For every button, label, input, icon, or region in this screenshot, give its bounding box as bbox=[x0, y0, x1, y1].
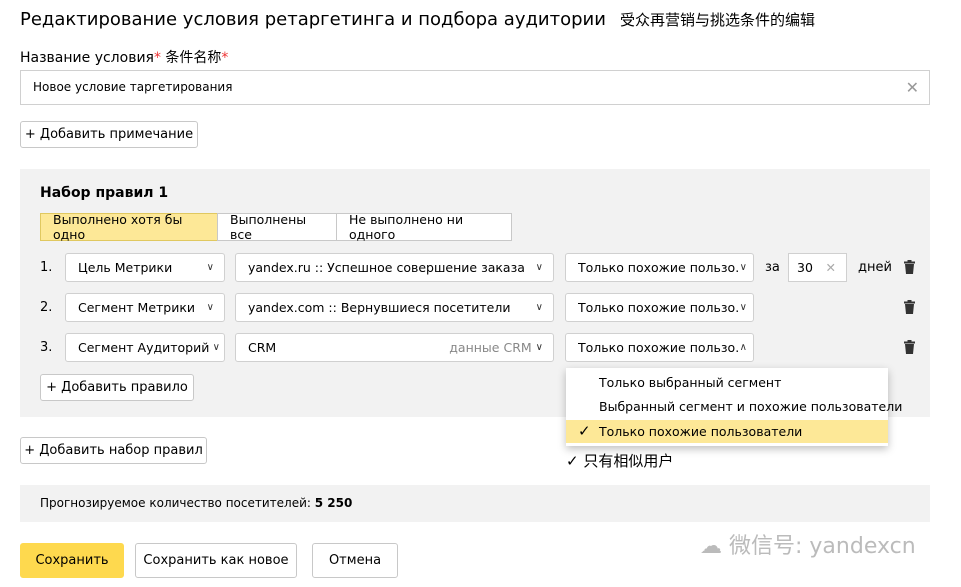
for-label: за bbox=[765, 260, 780, 275]
rule-target-value: yandex.ru :: Успешное совершение заказа bbox=[248, 260, 525, 275]
forecast-panel: Прогнозируемое количество посетителей: 5… bbox=[20, 485, 930, 522]
required-mark: * bbox=[153, 50, 161, 66]
rule-target-select[interactable]: yandex.ru :: Успешное совершение заказа ∨ bbox=[235, 253, 554, 282]
tab-all[interactable]: Выполнены все bbox=[217, 212, 337, 242]
page-title: Редактирование условия ретаргетинга и по… bbox=[20, 9, 815, 30]
rule-target-value: CRM bbox=[248, 340, 277, 355]
name-label: Название условия* 条件名称* bbox=[20, 47, 228, 67]
rule-type-value: Цель Метрики bbox=[78, 260, 173, 275]
tab-none[interactable]: Не выполнено ни одного bbox=[336, 212, 512, 242]
trash-icon[interactable] bbox=[904, 340, 915, 354]
title-ru: Редактирование условия ретаргетинга и по… bbox=[20, 9, 606, 30]
chevron-down-icon: ∨ bbox=[535, 342, 543, 353]
rule-type-value: Сегмент Метрики bbox=[78, 300, 196, 315]
add-ruleset-button[interactable]: + Добавить набор правил bbox=[20, 437, 207, 464]
days-label: дней bbox=[858, 260, 892, 275]
save-as-new-button[interactable]: Сохранить как новое bbox=[135, 543, 297, 578]
chevron-up-icon: ∧ bbox=[739, 342, 747, 353]
rule-number: 1. bbox=[40, 260, 53, 275]
add-note-button[interactable]: + Добавить примечание bbox=[20, 121, 198, 148]
days-input[interactable]: 30 ✕ bbox=[788, 253, 847, 282]
match-mode-tabs: Выполнено хотя бы одно Выполнены все Не … bbox=[40, 212, 512, 242]
rule-target-value: yandex.com :: Вернувшиеся посетители bbox=[248, 300, 511, 315]
dropdown-option[interactable]: Только выбранный сегмент bbox=[566, 371, 888, 394]
days-value: 30 bbox=[797, 260, 813, 275]
rule-number: 2. bbox=[40, 300, 53, 315]
clear-icon[interactable]: ✕ bbox=[906, 71, 919, 104]
rule-mode-select[interactable]: Только похожие пользо... ∧ bbox=[565, 333, 754, 362]
chevron-down-icon: ∨ bbox=[206, 262, 214, 273]
forecast-label: Прогнозируемое количество посетителей: bbox=[40, 496, 311, 510]
rule-mode-select[interactable]: Только похожие пользо... ∨ bbox=[565, 253, 754, 282]
chevron-down-icon: ∨ bbox=[535, 262, 543, 273]
watermark-text: 微信号: yandexcn bbox=[729, 534, 916, 559]
chevron-down-icon: ∨ bbox=[535, 302, 543, 313]
trash-icon[interactable] bbox=[904, 300, 915, 314]
trash-icon[interactable] bbox=[904, 260, 915, 274]
rule-target-select[interactable]: CRM данные CRM ∨ bbox=[235, 333, 554, 362]
watermark: ☁ 微信号: yandexcn bbox=[700, 528, 916, 560]
rule-target-select[interactable]: yandex.com :: Вернувшиеся посетители ∨ bbox=[235, 293, 554, 322]
rule-type-select[interactable]: Сегмент Аудиторий ∨ bbox=[65, 333, 225, 362]
dropdown-option-selected[interactable]: ✓ Только похожие пользователи bbox=[566, 420, 888, 443]
name-label-ru: Название условия bbox=[20, 50, 154, 66]
dropdown-option[interactable]: Выбранный сегмент и похожие пользователи bbox=[566, 395, 902, 418]
rule-type-value: Сегмент Аудиторий bbox=[78, 340, 210, 355]
rule-mode-value: Только похожие пользо... bbox=[578, 260, 740, 275]
ruleset-title: Набор правил 1 bbox=[40, 185, 169, 201]
rule-type-select[interactable]: Сегмент Метрики ∨ bbox=[65, 293, 225, 322]
cancel-button[interactable]: Отмена bbox=[312, 543, 398, 578]
chevron-down-icon: ∨ bbox=[212, 342, 220, 353]
tab-any[interactable]: Выполнено хотя бы одно bbox=[40, 212, 218, 242]
mode-dropdown-menu: Только выбранный сегмент Выбранный сегме… bbox=[566, 368, 902, 446]
save-button[interactable]: Сохранить bbox=[20, 543, 124, 578]
chevron-down-icon: ∨ bbox=[739, 302, 747, 313]
annotation-zh: ✓ 只有相似用户 bbox=[566, 452, 674, 470]
rule-target-hint: данные CRM bbox=[449, 340, 532, 355]
wechat-icon: ☁ bbox=[700, 534, 729, 559]
required-mark: * bbox=[221, 50, 229, 66]
condition-name-value: Новое условие таргетирования bbox=[33, 80, 233, 94]
name-label-zh: 条件名称 bbox=[165, 50, 222, 66]
chevron-down-icon: ∨ bbox=[739, 262, 747, 273]
add-rule-button[interactable]: + Добавить правило bbox=[40, 374, 194, 401]
chevron-down-icon: ∨ bbox=[206, 302, 214, 313]
rule-mode-select[interactable]: Только похожие пользо... ∨ bbox=[565, 293, 754, 322]
rule-mode-value: Только похожие пользо... bbox=[578, 300, 740, 315]
check-icon: ✓ bbox=[578, 422, 591, 440]
rule-number: 3. bbox=[40, 340, 53, 355]
condition-name-input[interactable]: Новое условие таргетирования ✕ bbox=[20, 70, 930, 105]
clear-icon[interactable]: ✕ bbox=[826, 260, 836, 275]
title-zh: 受众再营销与挑选条件的编辑 bbox=[619, 11, 815, 29]
dropdown-option-label: Только похожие пользователи bbox=[599, 424, 803, 439]
rule-mode-value: Только похожие пользо... bbox=[578, 340, 740, 355]
forecast-value: 5 250 bbox=[314, 496, 353, 510]
rule-type-select[interactable]: Цель Метрики ∨ bbox=[65, 253, 225, 282]
